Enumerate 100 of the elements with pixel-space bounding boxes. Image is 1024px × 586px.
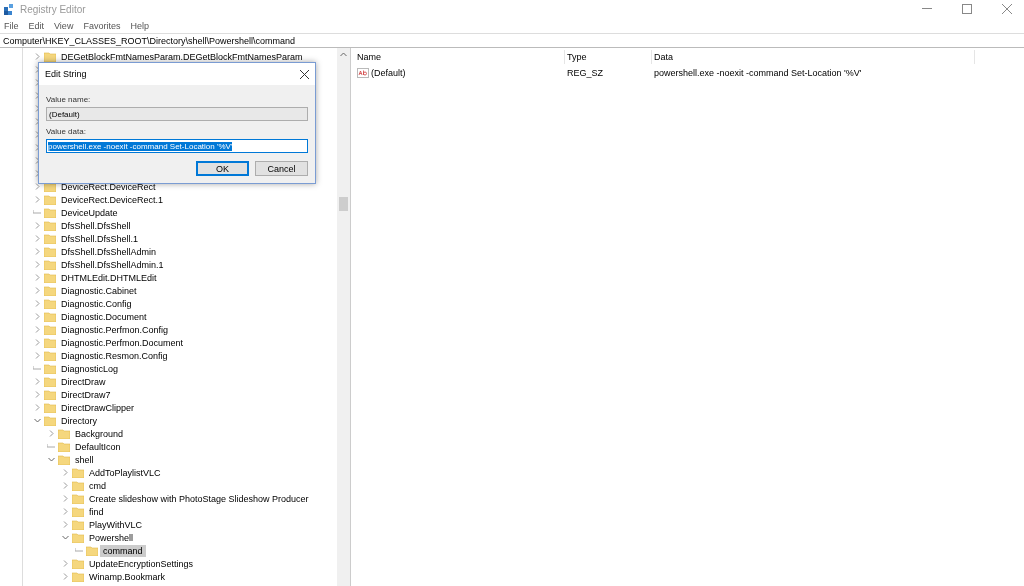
folder-icon — [72, 558, 84, 569]
scroll-up-icon[interactable] — [340, 52, 347, 57]
cancel-button[interactable]: Cancel — [255, 161, 308, 176]
tree-item[interactable]: DirectDrawClipper — [58, 401, 137, 414]
chevron-right-icon[interactable] — [34, 183, 40, 190]
chevron-right-icon[interactable] — [62, 482, 68, 489]
folder-icon — [44, 207, 56, 218]
address-bar[interactable]: Computer\HKEY_CLASSES_ROOT\Directory\shell\Powershell\command — [0, 33, 1024, 48]
chevron-right-icon[interactable] — [34, 261, 40, 268]
tree-item[interactable]: AddToPlaylistVLC — [86, 466, 164, 479]
chevron-right-icon[interactable] — [34, 66, 40, 73]
chevron-right-icon[interactable] — [34, 196, 40, 203]
tree-item[interactable]: PlayWithVLC — [86, 518, 145, 531]
folder-icon — [58, 454, 70, 465]
chevron-right-icon[interactable] — [62, 469, 68, 476]
folder-icon — [44, 363, 56, 374]
value-type: REG_SZ — [566, 68, 604, 78]
tree-item[interactable]: cmd — [86, 479, 109, 492]
chevron-right-icon[interactable] — [62, 573, 68, 580]
string-value-icon — [357, 68, 369, 78]
menu-item[interactable]: Edit — [28, 20, 45, 31]
scrollbar[interactable] — [337, 48, 350, 586]
folder-icon — [44, 285, 56, 296]
folder-icon — [44, 389, 56, 400]
chevron-right-icon[interactable] — [62, 495, 68, 502]
chevron-right-icon[interactable] — [34, 222, 40, 229]
tree-item[interactable]: Directory — [58, 414, 100, 427]
tree-item[interactable]: DfsShell.DfsShellAdmin.1 — [58, 258, 167, 271]
chevron-down-icon[interactable] — [33, 418, 41, 423]
folder-icon — [44, 272, 56, 283]
folder-icon — [44, 311, 56, 322]
chevron-right-icon[interactable] — [34, 53, 40, 60]
chevron-right-icon[interactable] — [34, 404, 40, 411]
scroll-thumb[interactable] — [339, 197, 348, 211]
chevron-right-icon[interactable] — [34, 274, 40, 281]
chevron-right-icon[interactable] — [62, 560, 68, 567]
chevron-right-icon[interactable] — [34, 105, 40, 112]
folder-icon — [44, 259, 56, 270]
window-title: Registry Editor — [20, 3, 86, 15]
folder-icon — [72, 532, 84, 543]
tree-item[interactable]: command — [100, 544, 146, 557]
chevron-right-icon[interactable] — [62, 508, 68, 515]
chevron-right-icon[interactable] — [34, 118, 40, 125]
tree-item[interactable]: DirectDraw7 — [58, 388, 114, 401]
chevron-down-icon[interactable] — [47, 457, 55, 462]
tree-item[interactable]: DHTMLEdit.DHTMLEdit — [58, 271, 160, 284]
chevron-right-icon[interactable] — [34, 391, 40, 398]
close-icon[interactable] — [300, 69, 309, 79]
chevron-right-icon[interactable] — [34, 326, 40, 333]
tree-item[interactable]: Diagnostic.Document — [58, 310, 150, 323]
chevron-right-icon[interactable] — [34, 170, 40, 177]
tree-item[interactable]: Diagnostic.Cabinet — [58, 284, 140, 297]
folder-icon — [44, 233, 56, 244]
value-name-field: (Default) — [46, 107, 308, 121]
tree-item[interactable]: DeviceUpdate — [58, 206, 121, 219]
chevron-right-icon[interactable] — [34, 378, 40, 385]
chevron-right-icon[interactable] — [34, 79, 40, 86]
folder-icon — [72, 506, 84, 517]
tree-item[interactable]: Create slideshow with PhotoStage Slideshow Producer — [86, 492, 312, 505]
folder-icon — [44, 324, 56, 335]
folder-icon — [72, 480, 84, 491]
chevron-right-icon[interactable] — [34, 300, 40, 307]
chevron-right-icon[interactable] — [34, 352, 40, 359]
tree-item[interactable]: DirectDraw — [58, 375, 109, 388]
value-data: powershell.exe -noexit -command Set-Location '%V' — [653, 68, 863, 78]
folder-icon — [44, 220, 56, 231]
chevron-right-icon[interactable] — [48, 430, 54, 437]
column-header[interactable]: Type — [565, 50, 652, 64]
column-header[interactable]: Data — [652, 50, 975, 64]
chevron-right-icon[interactable] — [34, 248, 40, 255]
folder-icon — [44, 337, 56, 348]
field-label: Value name: — [46, 95, 92, 105]
ok-button[interactable]: OK — [196, 161, 249, 176]
folder-icon — [44, 246, 56, 257]
menu-item[interactable]: Favorites — [83, 20, 121, 31]
folder-icon — [44, 415, 56, 426]
chevron-right-icon[interactable] — [34, 131, 40, 138]
chevron-right-icon[interactable] — [34, 92, 40, 99]
chevron-right-icon[interactable] — [34, 235, 40, 242]
minimize-icon — [922, 8, 932, 10]
chevron-down-icon[interactable] — [61, 535, 69, 540]
chevron-right-icon[interactable] — [62, 521, 68, 528]
chevron-right-icon[interactable] — [34, 157, 40, 164]
menu-item[interactable]: View — [54, 20, 74, 31]
folder-icon — [44, 298, 56, 309]
value-data-field[interactable]: powershell.exe -noexit -command Set-Location '%V' — [46, 139, 308, 153]
dialog-title: Edit String — [45, 69, 87, 79]
chevron-right-icon[interactable] — [34, 313, 40, 320]
folder-icon — [44, 194, 56, 205]
chevron-right-icon[interactable] — [34, 339, 40, 346]
chevron-right-icon[interactable] — [34, 144, 40, 151]
menu-item[interactable]: Help — [130, 20, 149, 31]
folder-icon — [72, 571, 84, 582]
registry-icon — [4, 3, 14, 15]
value-name: (Default) — [371, 68, 406, 78]
menu-item[interactable]: File — [4, 20, 19, 31]
chevron-right-icon[interactable] — [34, 287, 40, 294]
column-header[interactable]: Name — [355, 50, 565, 64]
folder-icon — [58, 441, 70, 452]
maximize-icon — [962, 4, 972, 14]
